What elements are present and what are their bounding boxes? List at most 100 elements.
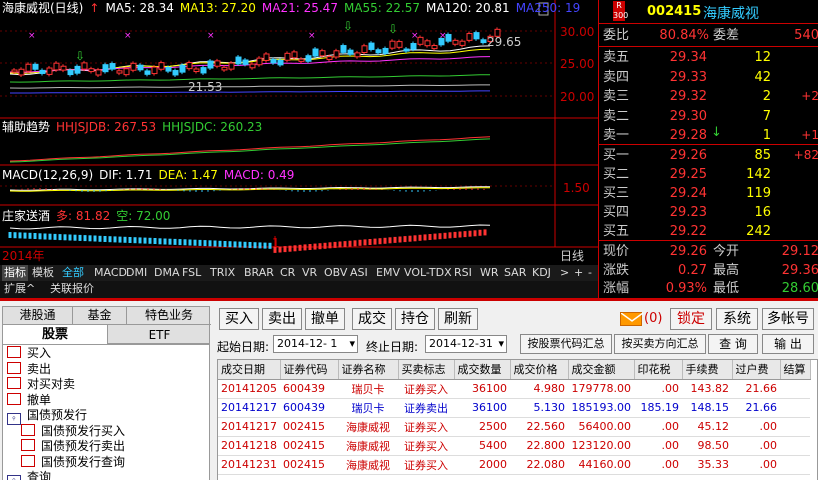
table-row[interactable]: 20141231 002415 海康威视 证券买入 2000 22.080 44160.00… <box>218 455 810 475</box>
mail-icon[interactable] <box>620 312 644 326</box>
buy-level-row[interactable]: 买三 29.24 119 <box>599 184 818 203</box>
table-row[interactable]: 20141218 002415 海康威视 证券买入 5400 22.800 123120.0… <box>218 436 810 456</box>
tab-indicator-7[interactable]: TRIX <box>208 265 237 281</box>
badge-300: 300 <box>613 11 629 20</box>
tab-indicator-19[interactable]: > <box>558 265 571 281</box>
table-row[interactable]: 20141217 600439 瑞贝卡 证券卖出 36100 5.130 185193.00… <box>218 398 810 418</box>
buy-level-row[interactable]: 买一 29.26 85 +82 <box>599 146 818 165</box>
column-header[interactable]: 成交价格 <box>510 360 569 380</box>
system-button[interactable]: 系统 <box>716 308 758 330</box>
tree-item[interactable]: 国债预发行买入 <box>3 423 209 439</box>
mail-count[interactable]: (0) <box>644 311 662 326</box>
tab-indicator-4[interactable]: DMI <box>124 265 149 281</box>
tab-indicator-18[interactable]: KDJ <box>530 265 553 281</box>
lock-button[interactable]: 锁定 <box>670 308 712 330</box>
end-date-picker[interactable]: 2014-12-31 ▾ <box>425 335 507 353</box>
tree-item-label: 国债预发行查询 <box>41 454 126 469</box>
tree-item-label: 国债预发行 <box>27 408 88 422</box>
sell-level-row[interactable]: 卖一 29.28 1 +1 <box>599 126 818 145</box>
tab-indicator-1[interactable]: 模板 <box>30 265 56 281</box>
column-header[interactable]: 成交金额 <box>568 360 635 380</box>
sell-button[interactable]: 卖出 <box>262 308 302 330</box>
tab-etf[interactable]: ETF <box>107 324 211 344</box>
tab-hk-connect[interactable]: 港股通 <box>3 307 73 324</box>
tab-indicator-16[interactable]: WR <box>478 265 501 281</box>
tab-indicator-5[interactable]: DMA <box>152 265 182 281</box>
tree-item[interactable]: 国债预发行卖出 <box>3 438 209 454</box>
column-header[interactable]: 过户费 <box>732 360 781 380</box>
buy-level-change: +82 <box>793 148 818 162</box>
candle-body <box>326 56 333 60</box>
column-header[interactable]: 成交日期 <box>218 360 281 380</box>
kline-chart-area[interactable]: × × × × × × ⇩ ⇩ ⇩ 海康威视(日线) ↑ MA5: 28.34 MA13: 27.20… <box>0 0 598 265</box>
tab-indicator-0[interactable]: 指标 <box>2 265 28 281</box>
table-row[interactable]: 20141205 600439 瑞贝卡 证券买入 36100 4.980 179778.00… <box>218 379 810 399</box>
sell-level-row[interactable]: 卖五 29.34 12 <box>599 48 818 67</box>
tree-item[interactable]: 对买对卖 <box>3 376 209 392</box>
tab-special[interactable]: 特色业务 <box>127 307 211 324</box>
column-header[interactable]: 成交数量 <box>454 360 511 380</box>
tree-item-label: 国债预发行卖出 <box>41 439 126 453</box>
macd-value-label: MACD: 0.49 <box>223 168 295 182</box>
tab-related-quote[interactable]: 关联报价 <box>48 281 96 297</box>
start-date-picker[interactable]: 2014-12- 1 ▾ <box>273 335 358 353</box>
tab-indicator-8[interactable]: BRAR <box>242 265 276 281</box>
summary-by-code-button[interactable]: 按股票代码汇总 <box>520 334 612 354</box>
tab-indicator-21[interactable]: - <box>586 265 594 281</box>
tab-indicator-13[interactable]: EMV <box>374 265 402 281</box>
tree-item[interactable]: 撤单 <box>3 392 209 408</box>
tab-extend[interactable]: 扩展^ <box>2 281 37 297</box>
sell-level-label: 卖一 <box>603 128 630 143</box>
summary-by-direction-button[interactable]: 按买卖方向汇总 <box>614 334 706 354</box>
multi-account-button[interactable]: 多帐号 <box>762 308 814 330</box>
tab-indicator-17[interactable]: SAR <box>502 265 528 281</box>
refresh-button[interactable]: 刷新 <box>438 308 478 330</box>
column-header[interactable]: 手续费 <box>682 360 733 380</box>
candle-body <box>333 50 340 58</box>
column-header[interactable]: 结算 <box>780 360 811 380</box>
sell-level-row[interactable]: 卖四 29.33 42 <box>599 68 818 87</box>
tab-indicator-15[interactable]: RSI <box>452 265 474 281</box>
hhjsjdb-label: HHJSJDB: 267.53 <box>56 120 157 134</box>
tab-indicator-9[interactable]: CR <box>278 265 297 281</box>
candle-body <box>368 42 375 50</box>
tree-item[interactable]: 买入 <box>3 345 209 361</box>
buy-level-row[interactable]: 买二 29.25 142 <box>599 165 818 184</box>
tab-fund[interactable]: 基金 <box>73 307 127 324</box>
dropdown-arrow-icon: ▾ <box>498 337 504 350</box>
export-button[interactable]: 输 出 <box>762 334 814 354</box>
column-header[interactable]: 印花税 <box>634 360 683 380</box>
tab-stock[interactable]: 股票 <box>3 324 107 344</box>
summary-value: 29.12 <box>781 244 818 259</box>
candle-body <box>242 59 249 65</box>
ma250-line <box>10 90 490 94</box>
buy-button[interactable]: 买入 <box>219 308 259 330</box>
column-header[interactable]: 证券代码 <box>280 360 339 380</box>
tree-item[interactable]: 卖出 <box>3 361 209 377</box>
holdings-button[interactable]: 持仓 <box>395 308 435 330</box>
candle-body <box>137 64 144 71</box>
buy-level-label: 买三 <box>603 186 630 201</box>
tab-indicator-6[interactable]: FSL <box>180 265 203 281</box>
query-button[interactable]: 查 询 <box>708 334 758 354</box>
tab-indicator-11[interactable]: OBV <box>322 265 349 281</box>
sell-level-row[interactable]: 卖三 29.32 2 +2 <box>599 87 818 106</box>
buy-level-row[interactable]: 买四 29.23 16 <box>599 203 818 222</box>
tab-indicator-10[interactable]: VR <box>300 265 319 281</box>
table-row[interactable]: 20141217 002415 海康威视 证券买入 2500 22.560 56400.00… <box>218 417 810 437</box>
sell-level-row[interactable]: 卖二 29.30 7 <box>599 107 818 126</box>
deal-table-container: 成交日期 证券代码 证券名称 买卖标志 成交数量 成交价格 成交金额 印花税 手续费 过户费 结算 … <box>217 359 818 480</box>
tree-item[interactable]: ⚲ 国债预发行 <box>3 407 209 425</box>
column-header[interactable]: 证券名称 <box>338 360 399 380</box>
tree-item[interactable]: 国债预发行查询 <box>3 454 209 470</box>
tab-indicator-2[interactable]: 全部 <box>60 265 86 281</box>
column-header[interactable]: 买卖标志 <box>398 360 455 380</box>
cancel-order-button[interactable]: 撤单 <box>305 308 345 330</box>
tab-indicator-14[interactable]: VOL-TDX <box>402 265 454 281</box>
deal-button[interactable]: 成交 <box>352 308 392 330</box>
tab-indicator-20[interactable]: + <box>572 265 585 281</box>
tab-indicator-12[interactable]: ASI <box>348 265 370 281</box>
ma250-label: MA250: 19 <box>515 1 581 15</box>
tree-item[interactable]: ⚲ 查询 <box>3 469 209 480</box>
buy-level-row[interactable]: 买五 29.22 242 <box>599 222 818 241</box>
